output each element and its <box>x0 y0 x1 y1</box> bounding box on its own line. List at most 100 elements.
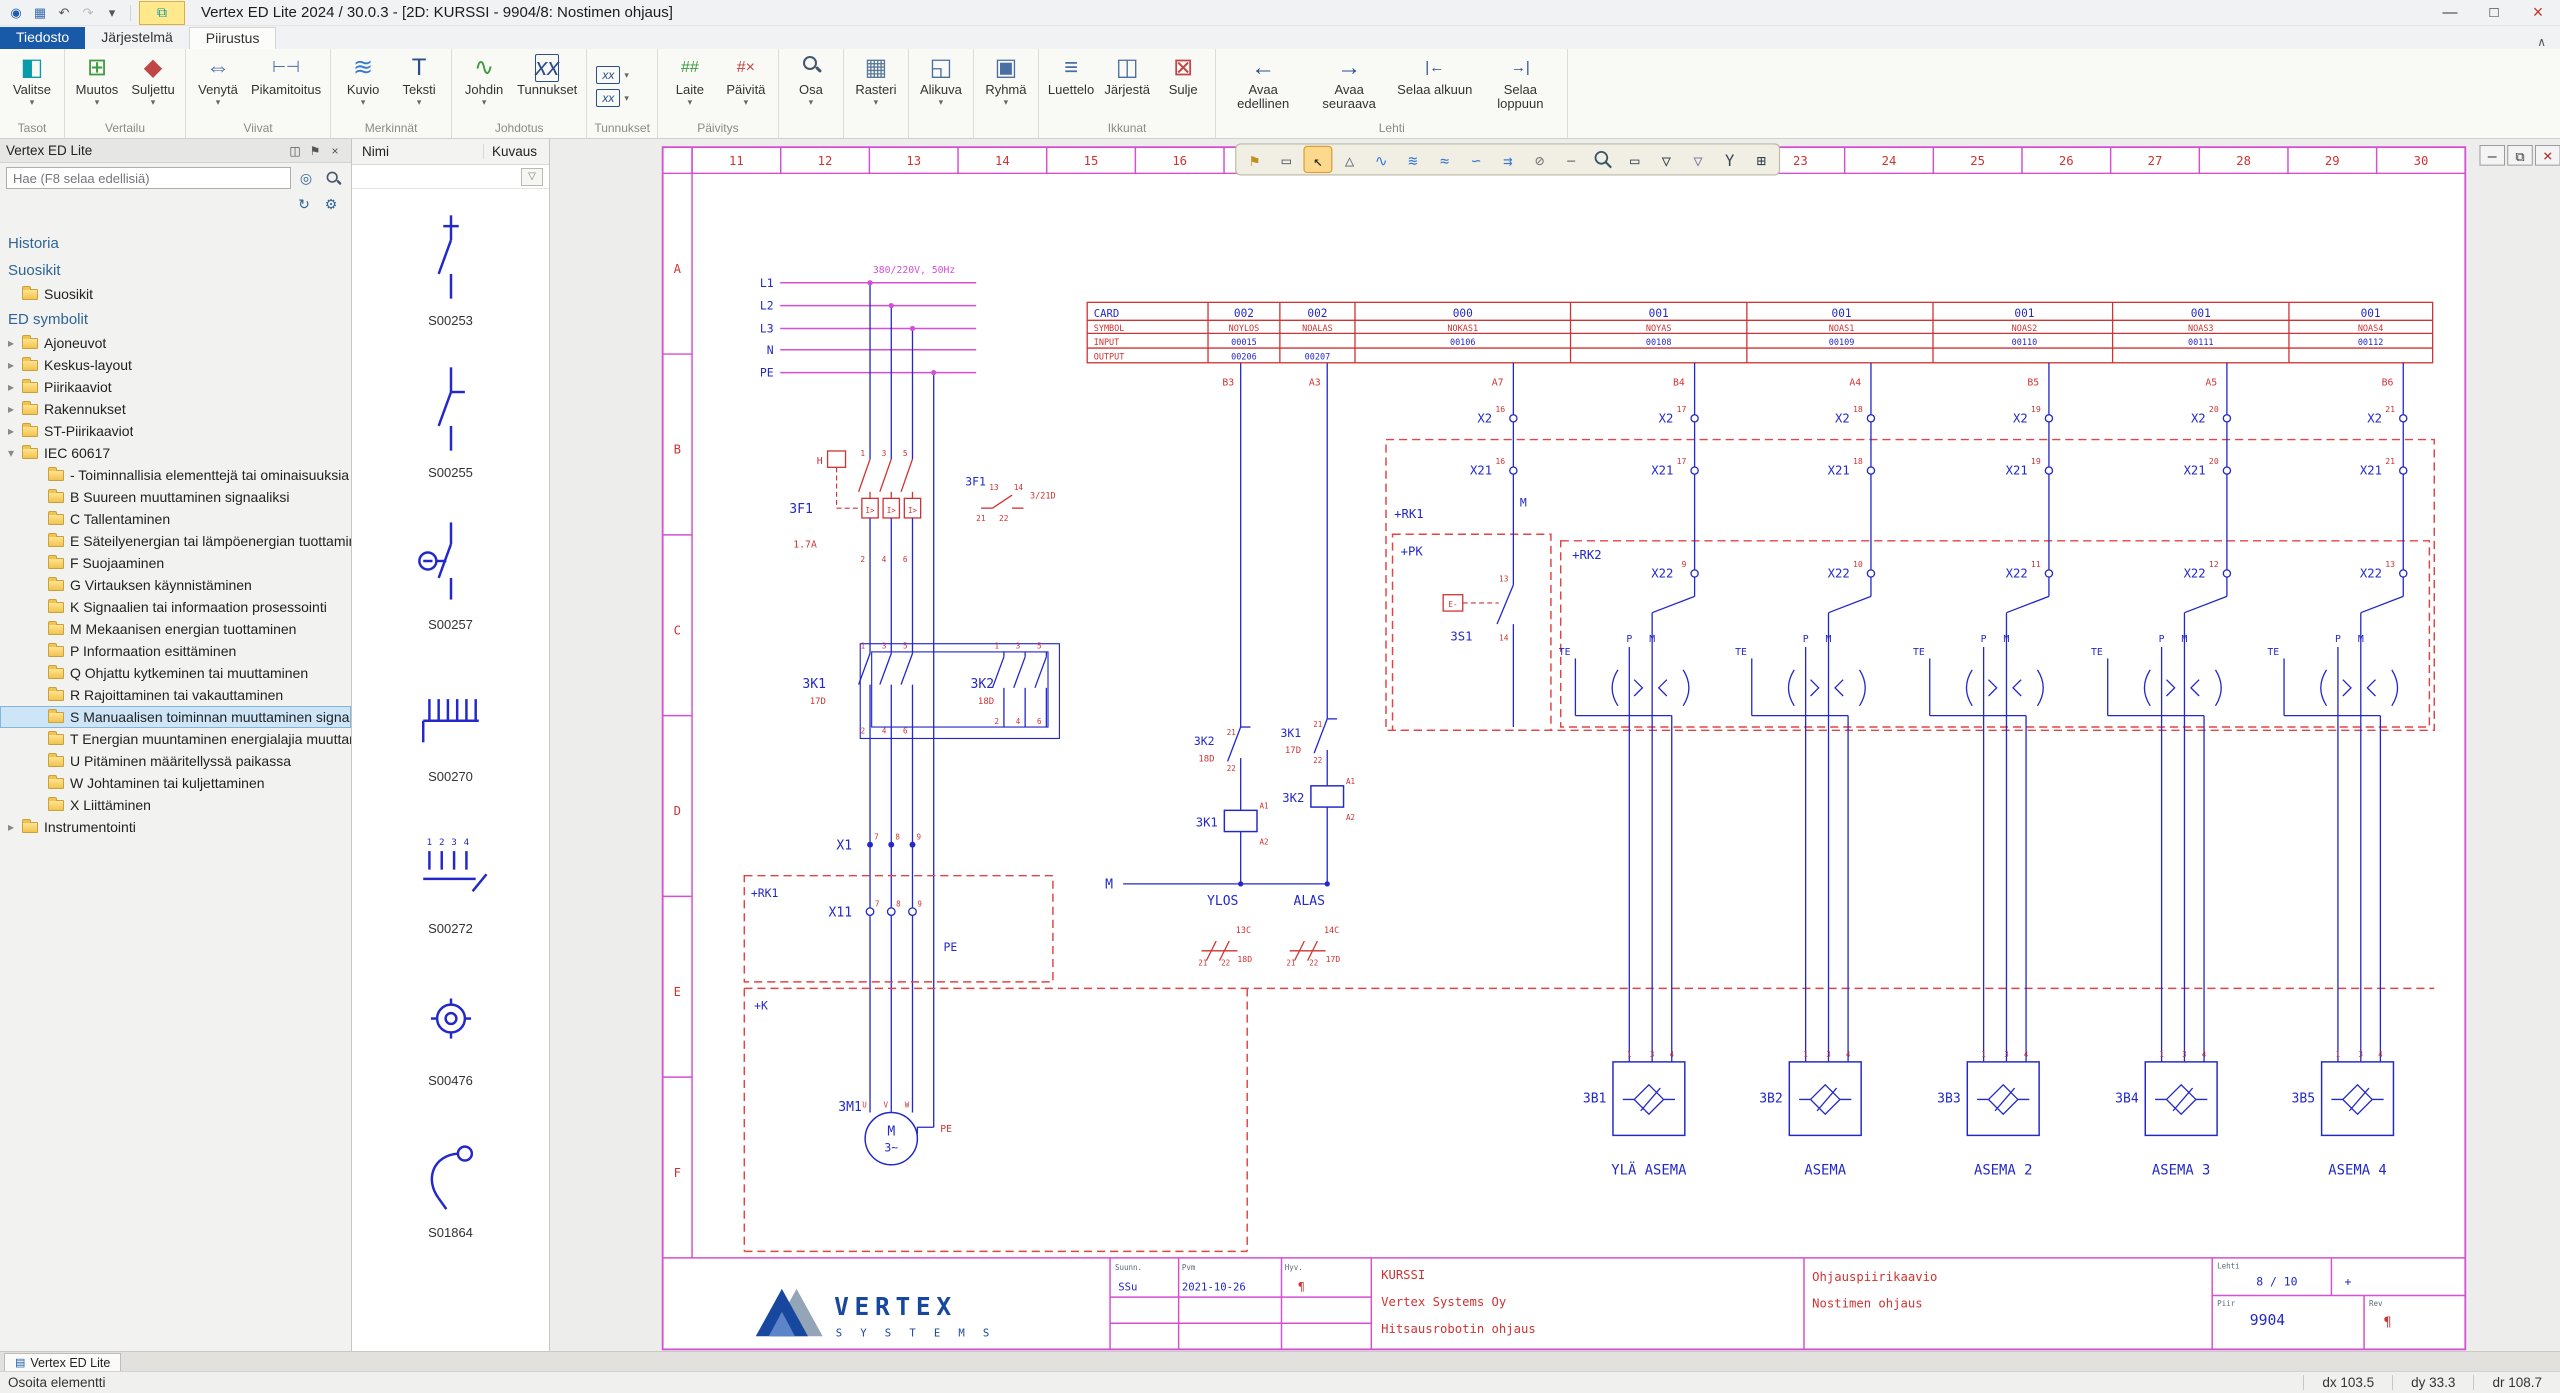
tool-cursor-icon[interactable]: ↖ <box>1303 145 1333 174</box>
symbol-item-s00255[interactable]: S00255 <box>352 341 549 493</box>
ribbon-button-selaa-alkuun[interactable]: |←Selaa alkuun▾ <box>1393 52 1476 108</box>
tree-section-ed-symbolit[interactable]: ED symbolit <box>0 305 351 332</box>
tool-no-symbol-icon[interactable]: ⊘ <box>1535 152 1544 170</box>
ribbon-button-tunnukset[interactable]: xxTunnukset▾ <box>513 52 581 108</box>
tree-item-suosikit[interactable]: Suosikit <box>0 283 351 305</box>
tree-item-p-informaation-esittäminen[interactable]: P Informaation esittäminen <box>0 640 351 662</box>
tree-item-t-energian-muuntaminen-energialajia-muuttamat[interactable]: T Energian muuntaminen energialajia muut… <box>0 728 351 750</box>
ribbon-button-pikamitoitus[interactable]: ⊢⊣Pikamitoitus▾ <box>247 52 325 108</box>
browse-previous-button[interactable]: ◎ <box>294 167 318 189</box>
ribbon-button-valitse[interactable]: ◧ Valitse ▾ <box>5 52 59 108</box>
save-icon[interactable]: ▦ <box>30 3 50 23</box>
ribbon-button-osa[interactable]: Osa ▾ <box>784 52 838 108</box>
ribbon-button-teksti[interactable]: T Teksti ▾ <box>392 52 446 108</box>
tab-järjestelmä[interactable]: Järjestelmä <box>85 27 189 49</box>
tree-item-k-signaalien-tai-informaation-prosessointi[interactable]: K Signaalien tai informaation prosessoin… <box>0 596 351 618</box>
ribbon-button-laite[interactable]: ## Laite ▾ <box>663 52 717 108</box>
tree-item-iec-60617[interactable]: ▾ IEC 60617 <box>0 442 351 464</box>
search-input[interactable] <box>6 167 291 189</box>
tab-tiedosto[interactable]: Tiedosto <box>0 27 86 49</box>
ribbon-button-tag-x2[interactable]: xx ▾ <box>592 88 633 108</box>
ribbon-button-järjestä[interactable]: ◫Järjestä▾ <box>1100 52 1154 108</box>
tool-ripple-icon[interactable]: ≈ <box>1440 152 1449 170</box>
tool-select-area-icon[interactable]: ▭ <box>1282 152 1292 170</box>
tool-wye-icon[interactable]: Y <box>1725 152 1735 170</box>
filter-icon[interactable]: ▽ <box>521 167 543 186</box>
tree-item-toiminnallisia-elementtejä-tai-ominaisuuksia[interactable]: - Toiminnallisia elementtejä tai ominais… <box>0 464 351 486</box>
tree-item-r-rajoittaminen-tai-vakauttaminen[interactable]: R Rajoittaminen tai vakauttaminen <box>0 684 351 706</box>
refresh-button[interactable]: ↻ <box>292 193 316 215</box>
tool-dash-icon[interactable]: − <box>1567 152 1576 170</box>
tree-item-f-suojaaminen[interactable]: F Suojaaminen <box>0 552 351 574</box>
tree-item-st-piirikaaviot[interactable]: ▸ ST-Piirikaaviot <box>0 420 351 442</box>
tree-item-u-pitäminen-määritellyssä-paikassa[interactable]: U Pitäminen määritellyssä paikassa <box>0 750 351 772</box>
symbol-item-s00272[interactable]: 1 2 3 4 S00272 <box>352 797 549 949</box>
tool-multiline-icon[interactable]: ⇉ <box>1503 152 1512 170</box>
tab-piirustus[interactable]: Piirustus <box>188 27 277 49</box>
column-nimi[interactable]: Nimi <box>352 144 483 159</box>
tree-item-w-johtaminen-tai-kuljettaminen[interactable]: W Johtaminen tai kuljettaminen <box>0 772 351 794</box>
chevron-right-icon[interactable]: ▸ <box>8 424 22 438</box>
tool-funnel-icon[interactable]: ▽ <box>1693 152 1703 170</box>
chevron-right-icon[interactable]: ▸ <box>8 402 22 416</box>
search-button[interactable] <box>321 167 345 189</box>
app-logo-icon[interactable]: ◉ <box>6 3 26 23</box>
ribbon-button-venytä[interactable]: ⇔ Venytä ▾ <box>191 52 245 108</box>
chevron-right-icon[interactable]: ▸ <box>8 358 22 372</box>
chevron-right-icon[interactable]: ▸ <box>8 336 22 350</box>
ribbon-button-tag-x[interactable]: xx ▾ <box>592 65 633 85</box>
ribbon-collapse-icon[interactable]: ∧ <box>2523 35 2560 49</box>
minimize-button[interactable]: — <box>2428 0 2472 25</box>
document-tab[interactable]: ▤ Vertex ED Lite <box>4 1353 122 1371</box>
tree-item-m-mekaanisen-energian-tuottaminen[interactable]: M Mekaanisen energian tuottaminen <box>0 618 351 640</box>
dock-icon[interactable]: ◫ <box>285 144 305 158</box>
tree-item-c-tallentaminen[interactable]: C Tallentaminen <box>0 508 351 530</box>
tree-item-rakennukset[interactable]: ▸ Rakennukset <box>0 398 351 420</box>
tree-item-e-säteilyenergian-tai-lämpöenergian-tuottaminen[interactable]: E Säteilyenergian tai lämpöenergian tuot… <box>0 530 351 552</box>
drawing-canvas[interactable]: 1112131415161718192021222324252627282930… <box>550 139 2560 1351</box>
symbol-item-s00476[interactable]: S00476 <box>352 949 549 1101</box>
ribbon-button-muutos[interactable]: ⊞ Muutos ▾ <box>70 52 124 108</box>
close-button[interactable]: × <box>2516 0 2560 25</box>
tool-triangle-icon[interactable]: △ <box>1345 152 1355 170</box>
tool-pin-icon[interactable]: ⚑ <box>1250 152 1259 170</box>
ribbon-button-rasteri[interactable]: ▦ Rasteri ▾ <box>849 52 903 108</box>
tree-item-ajoneuvot[interactable]: ▸ Ajoneuvot <box>0 332 351 354</box>
ribbon-button-avaa-edellinen[interactable]: ←Avaa edellinen▾ <box>1221 52 1305 121</box>
symbol-item-s00253[interactable]: S00253 <box>352 189 549 341</box>
ribbon-button-luettelo[interactable]: ≡Luettelo▾ <box>1044 52 1098 108</box>
maximize-button[interactable]: □ <box>2472 0 2516 25</box>
tool-spline-icon[interactable]: ∿ <box>1375 152 1388 170</box>
symbol-item-s00270[interactable]: S00270 <box>352 645 549 797</box>
chevron-right-icon[interactable]: ▸ <box>8 820 22 834</box>
ribbon-button-kuvio[interactable]: ≋ Kuvio ▾ <box>336 52 390 108</box>
tree-item-q-ohjattu-kytkeminen-tai-muuttaminen[interactable]: Q Ohjattu kytkeminen tai muuttaminen <box>0 662 351 684</box>
chevron-down-icon[interactable]: ▾ <box>8 446 22 460</box>
tree-item-instrumentointi[interactable]: ▸ Instrumentointi <box>0 816 351 838</box>
column-kuvaus[interactable]: Kuvaus <box>483 144 549 159</box>
ribbon-button-avaa-seuraava[interactable]: →Avaa seuraava▾ <box>1307 52 1391 121</box>
tool-filter-icon[interactable]: ▽ <box>1662 152 1672 170</box>
draw-mode-icon[interactable]: ⧉ <box>139 0 185 25</box>
tree-item-piirikaaviot[interactable]: ▸ Piirikaaviot <box>0 376 351 398</box>
tree-item-keskus-layout[interactable]: ▸ Keskus-layout <box>0 354 351 376</box>
menu-down-icon[interactable]: ▾ <box>102 3 122 23</box>
close-icon[interactable]: × <box>325 144 345 158</box>
symbol-item-s00257[interactable]: S00257 <box>352 493 549 645</box>
tool-grid-icon[interactable]: ⊞ <box>1757 152 1766 170</box>
ribbon-button-johdin[interactable]: ∿ Johdin ▾ <box>457 52 511 108</box>
mdi-close-button[interactable]: × <box>2535 145 2560 166</box>
mdi-restore-button[interactable]: ⧉ <box>2507 145 2533 166</box>
settings-button[interactable]: ⚙ <box>319 193 343 215</box>
ribbon-button-suljettu[interactable]: ◆ Suljettu ▾ <box>126 52 180 108</box>
tool-rectangle-icon[interactable]: ▭ <box>1630 152 1640 170</box>
tree-item-s-manuaalisen-toiminnan-muuttaminen-signaalik[interactable]: S Manuaalisen toiminnan muuttaminen sign… <box>0 706 351 728</box>
chevron-right-icon[interactable]: ▸ <box>8 380 22 394</box>
tree-section-historia[interactable]: Historia <box>0 229 351 256</box>
undo-icon[interactable]: ↶ <box>54 3 74 23</box>
tree-item-b-suureen-muuttaminen-signaaliksi[interactable]: B Suureen muuttaminen signaaliksi <box>0 486 351 508</box>
ribbon-button-päivitä[interactable]: #× Päivitä ▾ <box>719 52 773 108</box>
tool-curve-icon[interactable]: ∽ <box>1472 152 1481 170</box>
symbol-item-s01864[interactable]: S01864 <box>352 1101 549 1253</box>
ribbon-button-sulje[interactable]: ⊠Sulje▾ <box>1156 52 1210 108</box>
